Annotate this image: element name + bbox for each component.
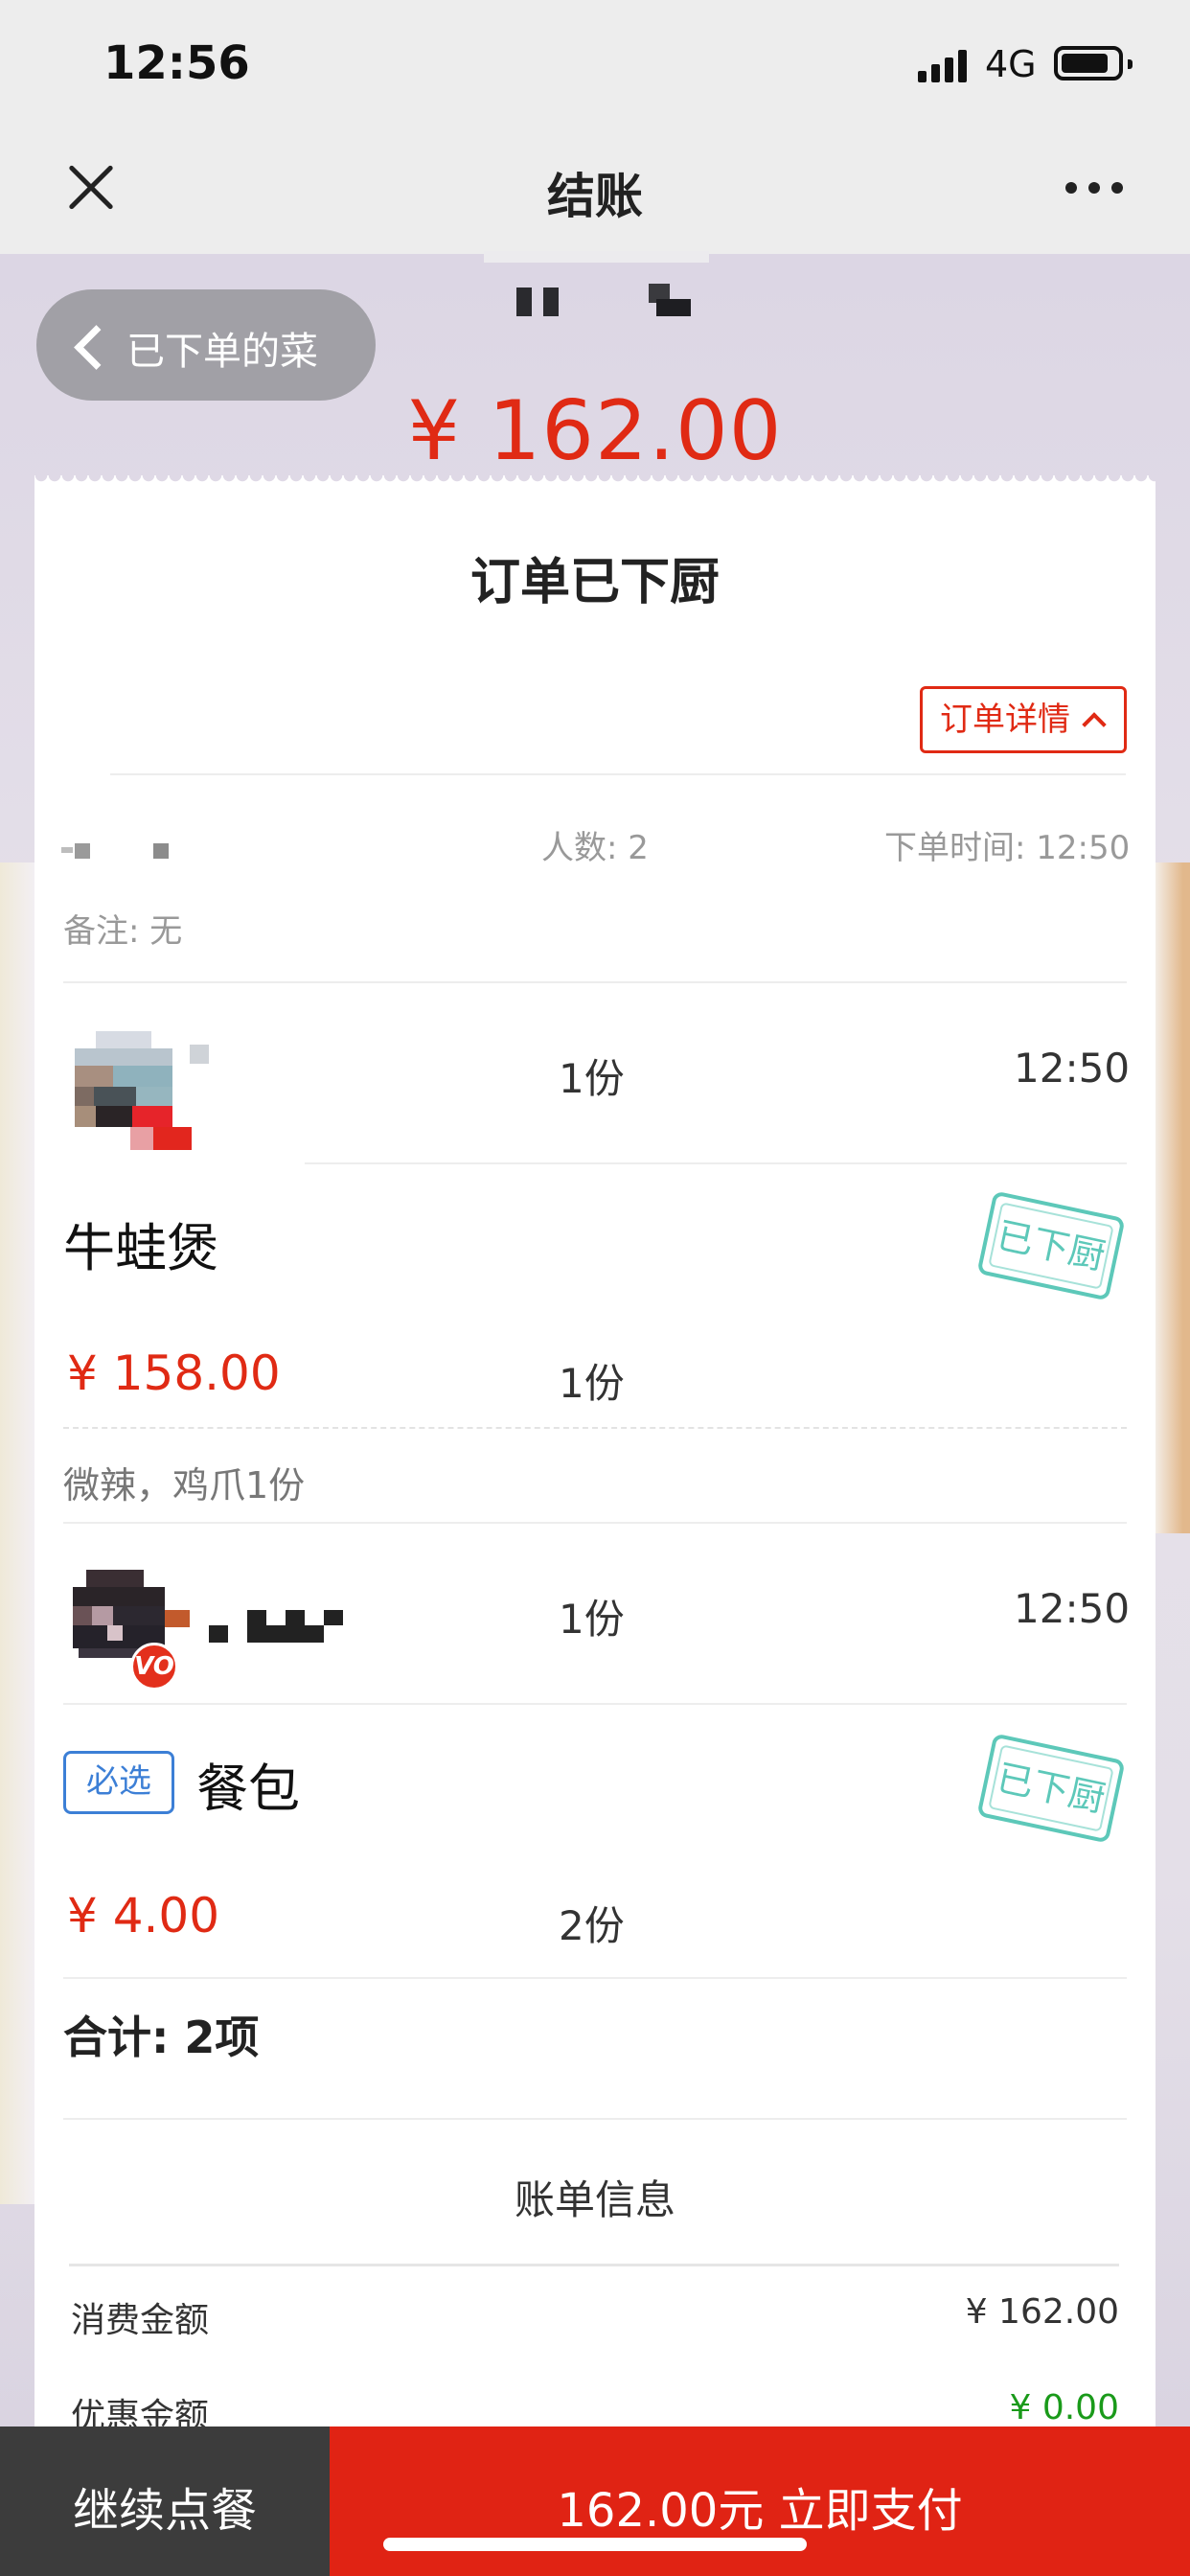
- signal-icon: [918, 50, 968, 82]
- item-qty: 1份: [559, 1055, 625, 1102]
- receipt-card: [34, 484, 1156, 2576]
- dish-price: ¥ 4.00: [67, 1888, 220, 1944]
- chevron-up-icon: [1082, 712, 1107, 737]
- divider: [63, 1703, 1127, 1705]
- divider: [63, 981, 1127, 983]
- total-amount: ¥ 162.00: [407, 383, 783, 479]
- dish-qty: 1份: [559, 1360, 625, 1407]
- order-status: 订单已下厨: [469, 554, 720, 611]
- bill-title: 账单信息: [514, 2176, 675, 2223]
- item-time: 12:50: [1014, 1585, 1131, 1632]
- order-remark: 备注: 无: [63, 912, 183, 951]
- background-blur-right: [1155, 862, 1190, 1533]
- divider: [305, 1162, 1127, 1164]
- order-detail-button[interactable]: 订单详情: [920, 686, 1127, 753]
- dish-qty: 2份: [559, 1902, 625, 1949]
- bill-row-label: 消费金额: [71, 2301, 210, 2340]
- divider: [63, 1522, 1127, 1524]
- order-time: 下单时间: 12:50: [884, 829, 1131, 867]
- pay-now-label: 162.00元 立即支付: [557, 2484, 963, 2538]
- divider: [63, 2118, 1127, 2120]
- username-pixelated: [209, 1606, 353, 1644]
- page-title: 结账: [547, 169, 643, 224]
- table-number-pixelated: [61, 840, 186, 868]
- divider: [63, 1977, 1127, 1979]
- divider: [69, 2264, 1119, 2266]
- divider: [110, 773, 1126, 775]
- item-qty: 1份: [559, 1596, 625, 1643]
- avatar: [75, 1031, 213, 1150]
- restaurant-name-pixelated: [484, 251, 714, 328]
- more-icon[interactable]: [1065, 182, 1123, 196]
- vo-badge: VO: [130, 1643, 178, 1690]
- item-time: 12:50: [1014, 1045, 1131, 1092]
- required-tag: 必选: [63, 1751, 174, 1814]
- bill-row-value: ¥ 162.00: [965, 2292, 1119, 2332]
- dish-name: 牛蛙煲: [63, 1218, 218, 1278]
- home-indicator[interactable]: [383, 2538, 807, 2551]
- status-time: 12:56: [103, 36, 250, 90]
- dish-name: 餐包: [196, 1759, 300, 1819]
- battery-icon: [1054, 46, 1133, 80]
- background-blur-left: [0, 862, 38, 2204]
- ordered-dishes-label: 已下单的菜: [126, 330, 318, 374]
- network-label: 4G: [985, 43, 1037, 85]
- dish-price: ¥ 158.00: [67, 1346, 281, 1401]
- bill-row-value: ¥ 0.00: [1009, 2388, 1119, 2427]
- dashed-divider: [63, 1427, 1127, 1429]
- order-detail-label: 订单详情: [940, 701, 1070, 739]
- continue-ordering-label: 继续点餐: [72, 2484, 257, 2538]
- items-total: 合计: 2项: [63, 2012, 260, 2063]
- people-count: 人数: 2: [541, 829, 649, 867]
- dish-note: 微辣，鸡爪1份: [63, 1464, 306, 1506]
